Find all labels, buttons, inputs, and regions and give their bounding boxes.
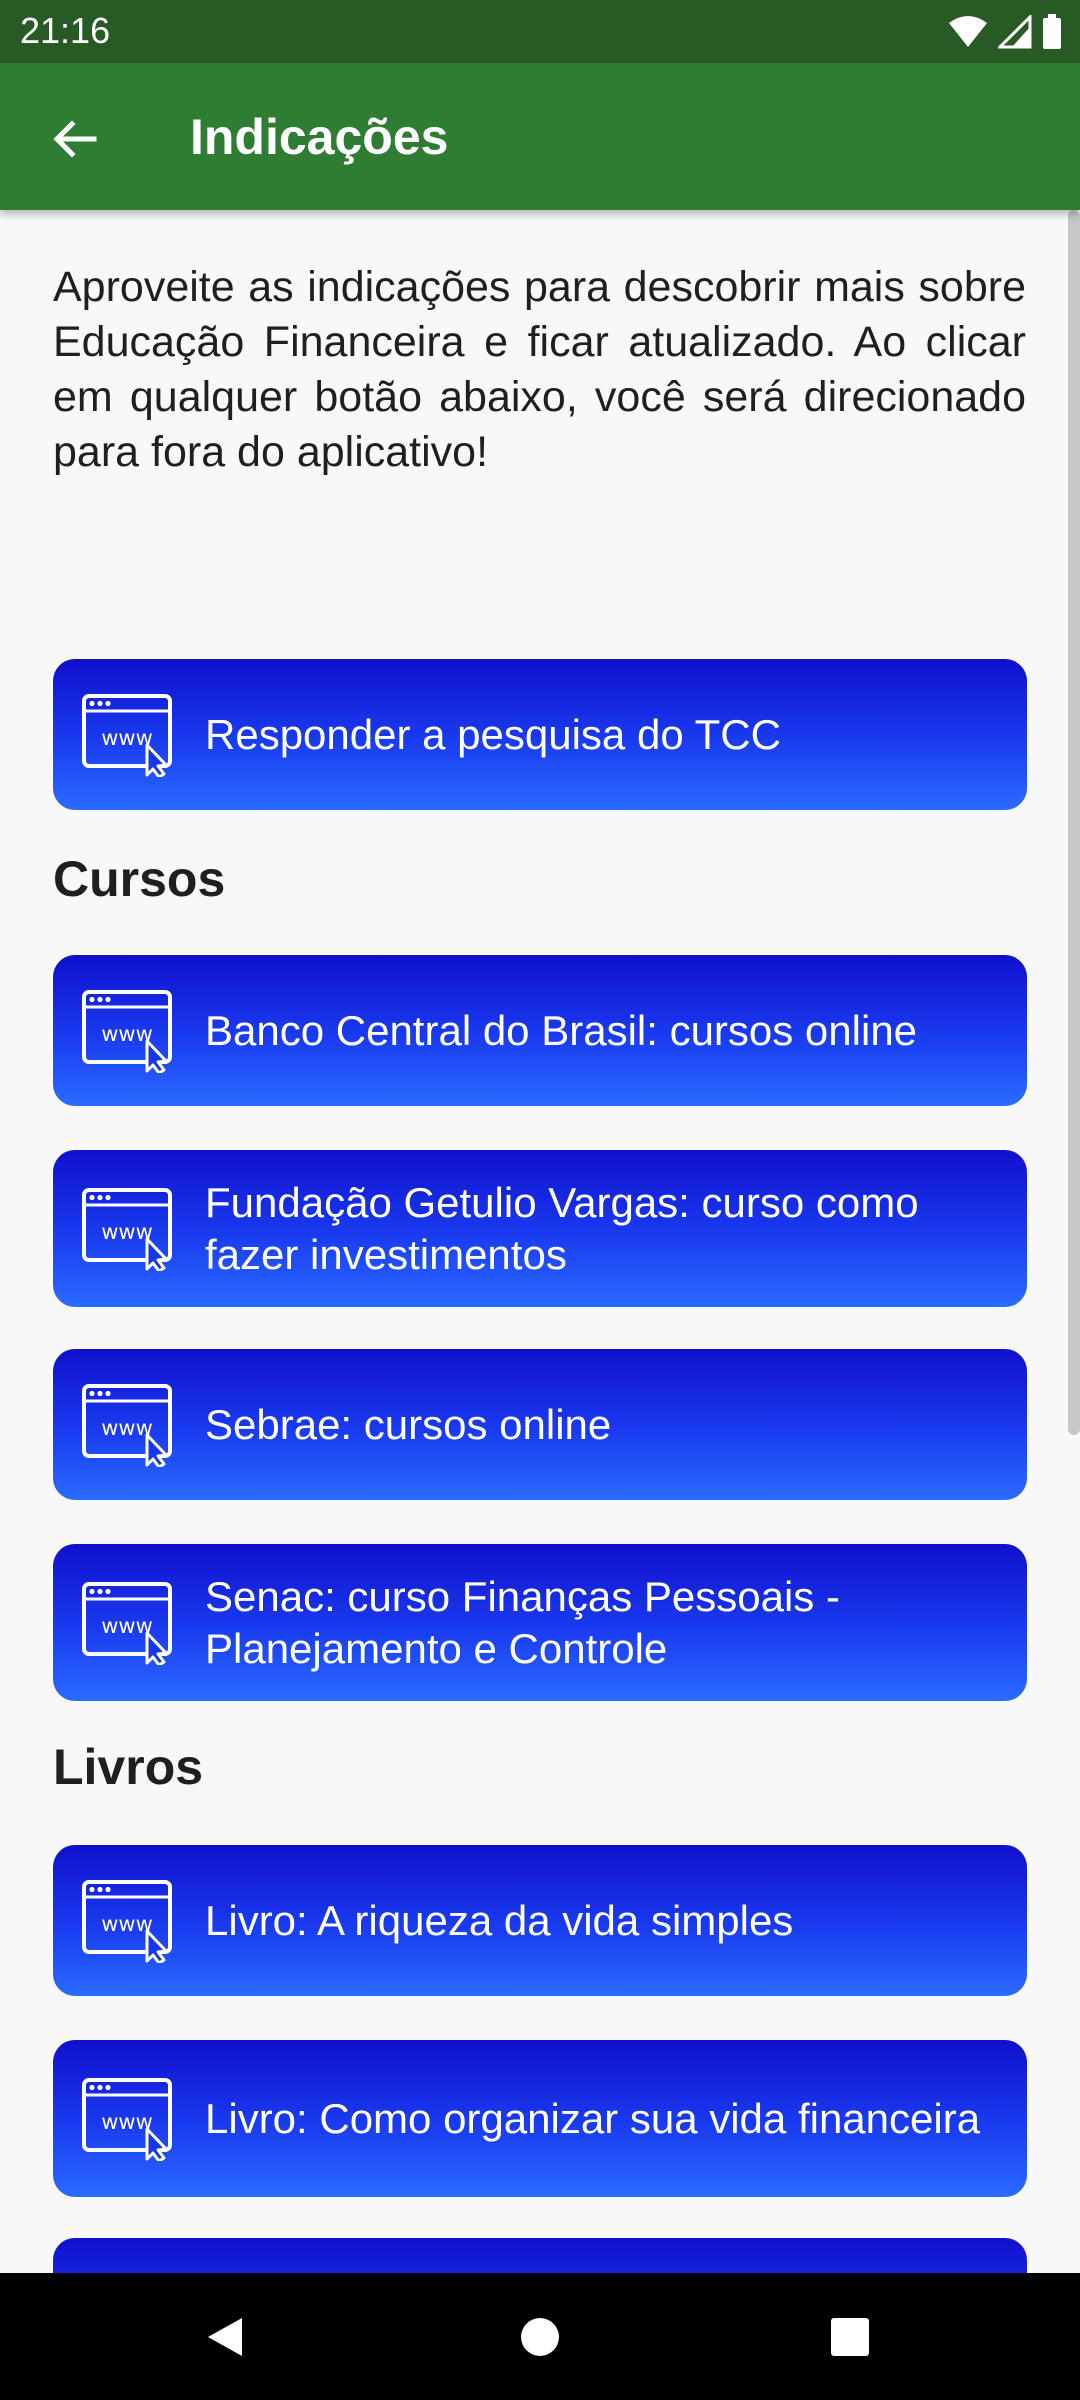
www-icon: www — [82, 989, 172, 1073]
book-link-label: Livro: Como organizar sua vida financeir… — [205, 2094, 981, 2142]
scrollbar[interactable] — [1068, 210, 1080, 1435]
intro-text: Aproveite as indicações para descobrir m… — [53, 263, 1026, 476]
www-icon: www — [82, 1187, 172, 1271]
survey-link-button[interactable]: www Responder a pesquisa do TCC — [53, 659, 1027, 810]
system-nav-bar — [0, 2273, 1080, 2400]
svg-text:www: www — [101, 1220, 153, 1244]
svg-text:www: www — [101, 1022, 153, 1046]
svg-text:www: www — [101, 2110, 153, 2134]
www-icon: www — [82, 1383, 172, 1467]
www-icon: www — [82, 1879, 172, 1963]
svg-text:www: www — [101, 1614, 153, 1638]
course-link-label: Fundação Getulio Vargas: curso como faze… — [205, 1178, 919, 1278]
nav-back-button[interactable] — [189, 2301, 261, 2373]
section-title-books: Livros — [53, 1739, 204, 1795]
status-time: 21:16 — [20, 10, 111, 51]
course-link-button[interactable]: www Banco Central do Brasil: cursos onli… — [53, 955, 1027, 1106]
svg-text:www: www — [101, 726, 153, 750]
svg-text:www: www — [101, 1416, 153, 1440]
book-link-button-partial[interactable] — [53, 2238, 1027, 2273]
battery-icon — [1043, 14, 1061, 49]
course-link-label: Senac: curso Finanças Pessoais - Planeja… — [205, 1572, 840, 1672]
www-icon: www — [82, 693, 172, 777]
www-icon: www — [82, 2077, 172, 2161]
arrow-back-icon — [53, 120, 97, 158]
www-icon: www — [82, 1581, 172, 1665]
status-icons — [948, 10, 1062, 54]
nav-recents-icon — [831, 2318, 869, 2356]
content-scroll-area[interactable]: Aproveite as indicações para descobrir m… — [0, 210, 1080, 2273]
book-link-label: Livro: A riqueza da vida simples — [205, 1896, 794, 1944]
status-bar: 21:16 — [0, 0, 1080, 63]
wifi-icon — [949, 16, 987, 47]
nav-home-icon — [521, 2318, 559, 2356]
course-link-button[interactable]: www Sebrae: cursos online — [53, 1349, 1027, 1500]
svg-text:www: www — [101, 1912, 153, 1936]
nav-back-icon — [208, 2318, 242, 2356]
course-link-button[interactable]: www Senac: curso Finanças Pessoais - Pla… — [53, 1544, 1027, 1701]
section-title-courses: Cursos — [53, 851, 226, 907]
course-link-button[interactable]: www Fundação Getulio Vargas: curso como … — [53, 1150, 1027, 1307]
survey-link-label: Responder a pesquisa do TCC — [205, 710, 781, 758]
course-link-label: Banco Central do Brasil: cursos online — [205, 1006, 918, 1054]
book-link-button[interactable]: www Livro: A riqueza da vida simples — [53, 1845, 1027, 1996]
page-title: Indicações — [190, 109, 449, 165]
signal-icon — [998, 15, 1032, 49]
book-link-button[interactable]: www Livro: Como organizar sua vida finan… — [53, 2040, 1027, 2197]
nav-recents-button[interactable] — [814, 2301, 886, 2373]
nav-home-button[interactable] — [504, 2301, 576, 2373]
back-button[interactable] — [34, 103, 114, 175]
course-link-label: Sebrae: cursos online — [205, 1400, 612, 1448]
app-bar: Indicações — [0, 63, 1080, 210]
